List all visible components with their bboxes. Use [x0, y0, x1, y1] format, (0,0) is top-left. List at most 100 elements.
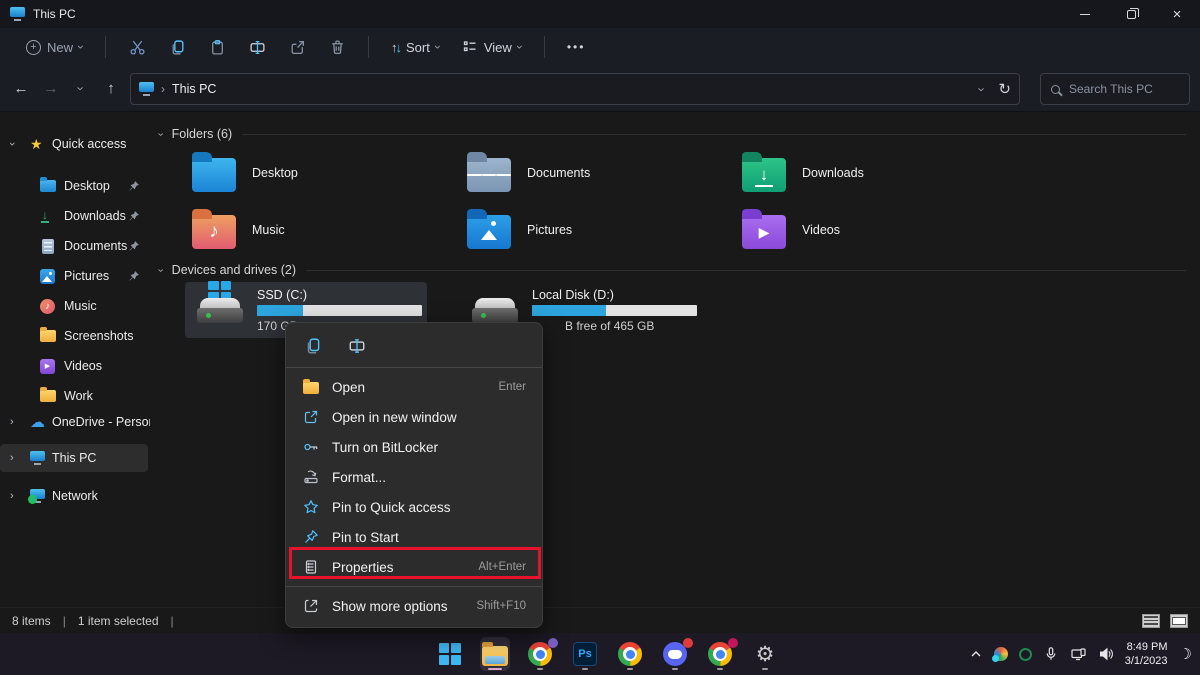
sidebar-item-videos[interactable]: ▶ Videos: [0, 352, 148, 380]
sidebar-item-documents[interactable]: Documents: [0, 232, 148, 260]
view-icon: [462, 39, 478, 55]
chevron-down-icon[interactable]: ›: [6, 142, 18, 146]
cast-device-icon[interactable]: [1070, 646, 1087, 662]
folders-section-header[interactable]: › Folders (6): [158, 127, 1186, 141]
sidebar-item-work[interactable]: Work: [0, 382, 148, 410]
minimize-button[interactable]: [1062, 0, 1108, 28]
close-button[interactable]: ×: [1154, 0, 1200, 28]
menu-item-format[interactable]: Format...: [286, 462, 542, 492]
menu-item-open[interactable]: Open Enter: [286, 372, 542, 402]
copy-icon[interactable]: [304, 337, 322, 355]
pin-icon: [128, 180, 140, 192]
pictures-icon: [40, 269, 55, 284]
sidebar-item-screenshots[interactable]: Screenshots: [0, 322, 148, 350]
share-button[interactable]: [280, 32, 314, 62]
running-indicator: [717, 668, 723, 671]
menu-item-show-more-options[interactable]: Show more options Shift+F10: [286, 591, 542, 621]
address-dropdown-icon[interactable]: ›: [976, 87, 989, 91]
trash-icon: [329, 39, 346, 56]
sidebar-item-desktop[interactable]: Desktop: [0, 172, 148, 200]
notification-badge: [728, 638, 738, 648]
large-icons-view-button[interactable]: [1170, 614, 1188, 628]
tray-overflow-button[interactable]: [969, 647, 983, 661]
taskbar-file-explorer[interactable]: [480, 637, 510, 671]
folder-tile-pictures[interactable]: Pictures: [453, 203, 715, 257]
menu-item-open-new-window[interactable]: Open in new window: [286, 402, 542, 432]
do-not-disturb-moon-icon[interactable]: ☽: [1179, 645, 1192, 663]
chevron-right-icon[interactable]: ›: [10, 490, 14, 502]
taskbar-discord[interactable]: [660, 637, 690, 671]
sidebar-item-quick-access[interactable]: › ★ Quick access: [0, 130, 148, 158]
taskbar-photoshop[interactable]: Ps: [570, 637, 600, 671]
see-more-button[interactable]: •••: [559, 35, 594, 59]
folder-tile-music[interactable]: ♪ Music: [178, 203, 440, 257]
chevron-down-icon[interactable]: ›: [154, 132, 165, 136]
chevron-right-icon[interactable]: ›: [10, 452, 14, 464]
forward-button[interactable]: →: [36, 74, 66, 104]
pin-icon: [303, 529, 319, 545]
details-view-button[interactable]: [1142, 614, 1160, 628]
menu-item-pin-start[interactable]: Pin to Start: [286, 522, 542, 552]
tray-status-icon[interactable]: [1019, 648, 1032, 661]
photoshop-icon: Ps: [573, 642, 597, 666]
taskbar-chrome-3[interactable]: [705, 637, 735, 671]
start-button[interactable]: [435, 637, 465, 671]
menu-item-bitlocker[interactable]: Turn on BitLocker: [286, 432, 542, 462]
this-pc-icon: [139, 82, 154, 96]
taskbar-clock[interactable]: 8:49 PM 3/1/2023: [1125, 640, 1168, 668]
chevron-down-icon[interactable]: ›: [154, 268, 165, 272]
desktop-folder-icon: [192, 158, 236, 192]
microphone-icon[interactable]: [1043, 646, 1059, 662]
rename-icon[interactable]: [348, 337, 366, 355]
delete-button[interactable]: [320, 32, 354, 62]
context-menu: Open Enter Open in new window Turn on Bi…: [285, 322, 543, 628]
sidebar-item-music[interactable]: ♪ Music: [0, 292, 148, 320]
address-bar[interactable]: › This PC › ↻: [130, 73, 1020, 105]
taskbar-chrome-1[interactable]: [525, 637, 555, 671]
devices-section-header[interactable]: › Devices and drives (2): [158, 263, 1186, 277]
up-button[interactable]: ↑: [96, 74, 126, 104]
taskbar-chrome-2[interactable]: [615, 637, 645, 671]
folder-tile-downloads[interactable]: ↓ Downloads: [728, 146, 990, 200]
menu-item-pin-quick-access[interactable]: Pin to Quick access: [286, 492, 542, 522]
folder-tile-documents[interactable]: Documents: [453, 146, 715, 200]
back-button[interactable]: ←: [6, 74, 36, 104]
window-controls: ×: [1062, 0, 1200, 28]
window-title: This PC: [33, 7, 76, 21]
sidebar-item-pictures[interactable]: Pictures: [0, 262, 148, 290]
tray-widgets-icon[interactable]: [994, 647, 1008, 661]
sidebar-item-onedrive[interactable]: › ☁ OneDrive - Personal: [0, 408, 148, 436]
show-more-icon: [303, 598, 319, 614]
restore-button[interactable]: [1108, 0, 1154, 28]
copy-button[interactable]: [160, 32, 194, 62]
cut-button[interactable]: [120, 32, 154, 62]
system-tray: 8:49 PM 3/1/2023 ☽: [969, 633, 1192, 675]
volume-icon[interactable]: [1098, 646, 1114, 662]
taskbar-settings[interactable]: ⚙: [750, 637, 780, 671]
folder-icon: [40, 330, 56, 342]
rename-button[interactable]: [240, 32, 274, 62]
sidebar-item-this-pc[interactable]: › This PC: [0, 444, 148, 472]
windows-start-icon: [439, 643, 461, 665]
sidebar-item-network[interactable]: › Network: [0, 482, 148, 510]
drive-usage-fill: [257, 305, 303, 316]
folder-tile-desktop[interactable]: Desktop: [178, 146, 440, 200]
breadcrumb-this-pc[interactable]: This PC: [172, 82, 216, 96]
search-box[interactable]: Search This PC: [1040, 73, 1190, 105]
toolbar-divider: [544, 36, 545, 58]
sidebar-item-downloads[interactable]: ↓ Downloads: [0, 202, 148, 230]
view-button[interactable]: View ›: [454, 34, 530, 60]
menu-item-properties[interactable]: Properties Alt+Enter: [286, 552, 542, 582]
folder-tile-videos[interactable]: ▶ Videos: [728, 203, 990, 257]
paste-button[interactable]: [200, 32, 234, 62]
menu-divider: [286, 367, 542, 368]
refresh-icon[interactable]: ↻: [998, 80, 1011, 98]
new-button[interactable]: + New ›: [18, 35, 91, 60]
menu-divider: [286, 586, 542, 587]
plus-icon: +: [26, 40, 41, 55]
sort-button[interactable]: ↑↓ Sort ›: [383, 35, 448, 60]
this-pc-icon: [30, 451, 45, 465]
chevron-right-icon[interactable]: ›: [10, 416, 14, 428]
title-bar: This PC: [0, 0, 1200, 28]
recent-locations-button[interactable]: ›: [66, 74, 96, 104]
